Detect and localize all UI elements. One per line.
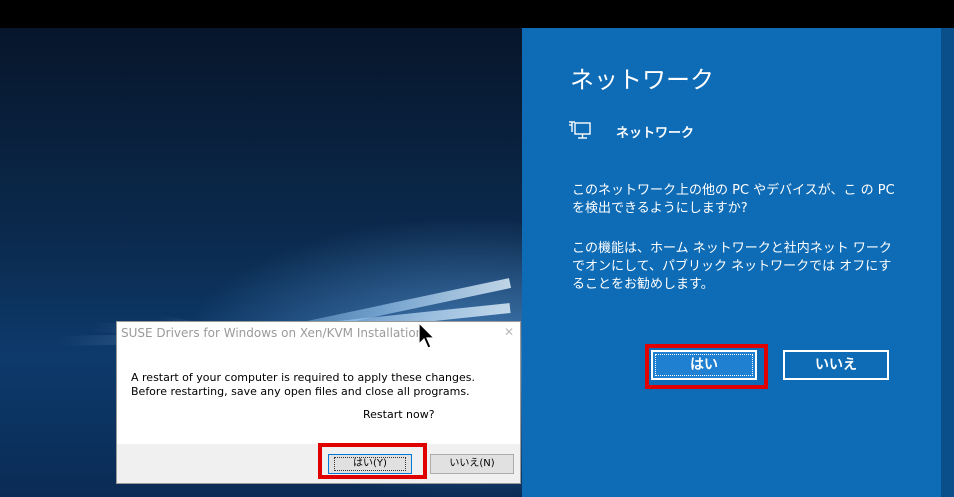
- dialog-message-line2: Before restarting, save any open files a…: [131, 385, 470, 398]
- network-icon: [569, 121, 591, 139]
- dialog-prompt: Restart now?: [363, 408, 435, 421]
- dialog-no-button[interactable]: いいえ(N): [430, 454, 514, 474]
- dialog-title: SUSE Drivers for Windows on Xen/KVM Inst…: [121, 326, 424, 340]
- highlight-box-flyout-yes: [645, 344, 768, 389]
- discovery-recommendation: この機能は、ホーム ネットワークと社内ネット ワークでオンにして、パブリック ネ…: [572, 241, 892, 292]
- discovery-question: このネットワーク上の他の PC やデバイスが、こ の PC を検出できるようにし…: [572, 183, 895, 216]
- screen-edge: [941, 28, 954, 497]
- highlight-box-dialog-yes: [318, 443, 427, 479]
- mouse-cursor-icon: [418, 322, 436, 349]
- flyout-title: ネットワーク: [570, 66, 714, 94]
- network-flyout: ネットワーク ネットワーク このネットワーク上の他の PC やデバイスが、こ の…: [522, 28, 941, 497]
- network-name[interactable]: ネットワーク: [616, 122, 694, 141]
- dialog-message-line1: A restart of your computer is required t…: [131, 371, 475, 384]
- close-icon[interactable]: ✕: [504, 325, 514, 339]
- top-black-bar: [0, 0, 954, 28]
- no-button[interactable]: いいえ: [783, 350, 889, 380]
